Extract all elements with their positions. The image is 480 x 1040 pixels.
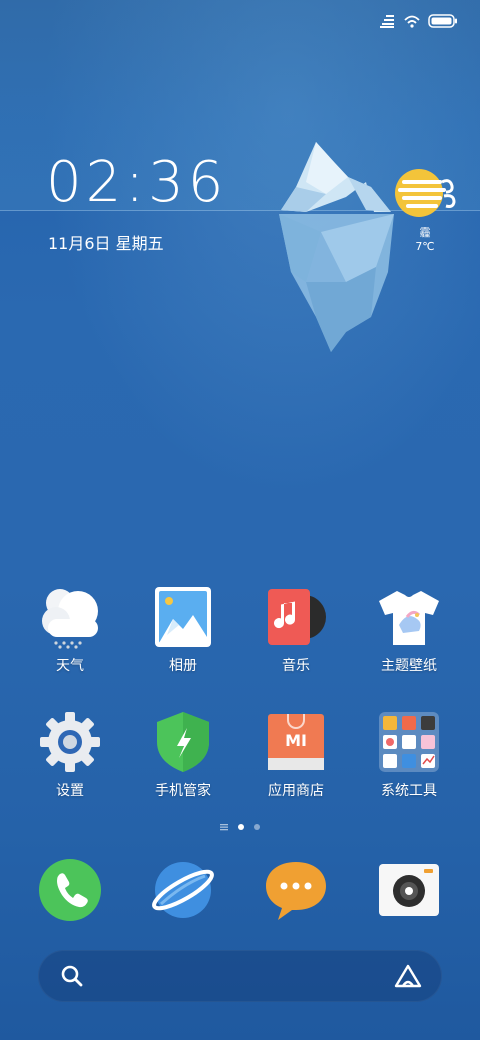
page-dot[interactable] xyxy=(254,824,260,830)
assistant-icon[interactable] xyxy=(394,964,422,988)
app-gallery[interactable]: 相册 xyxy=(128,585,238,675)
haze-weather-icon xyxy=(395,169,456,217)
weather-widget[interactable]: 霾 7℃ xyxy=(392,168,458,253)
app-store-icon: MI xyxy=(268,714,324,770)
battery-icon xyxy=(428,14,457,28)
app-store[interactable]: MI 应用商店 xyxy=(241,710,351,800)
search-bar[interactable] xyxy=(38,950,442,1002)
phone-icon xyxy=(39,859,101,921)
svg-text:MI: MI xyxy=(285,731,307,750)
app-label: 天气 xyxy=(56,658,84,674)
dock-browser[interactable] xyxy=(128,858,238,922)
app-label: 音乐 xyxy=(282,658,310,674)
page-indicator[interactable] xyxy=(0,823,480,831)
weather-temperature: 7℃ xyxy=(415,240,435,253)
app-themes[interactable]: 主题壁纸 xyxy=(354,585,464,675)
app-weather[interactable]: 天气 xyxy=(15,585,125,675)
app-label: 主题壁纸 xyxy=(381,658,437,674)
app-label: 设置 xyxy=(56,783,84,799)
music-icon xyxy=(268,589,326,645)
messages-icon xyxy=(266,862,326,920)
weather-condition: 霾 xyxy=(419,226,431,239)
clock-date[interactable]: 11月6日 星期五 xyxy=(48,230,164,254)
app-label: 系统工具 xyxy=(381,783,437,799)
iceberg-illustration xyxy=(279,142,394,352)
app-label: 手机管家 xyxy=(155,783,211,799)
app-label: 相册 xyxy=(169,658,197,674)
page-dot-active[interactable] xyxy=(238,824,244,830)
dock-messages[interactable] xyxy=(241,858,351,922)
weather-cloud-icon xyxy=(42,589,98,649)
signal-icon xyxy=(380,15,394,28)
app-settings[interactable]: 设置 xyxy=(15,710,125,800)
dock-camera[interactable] xyxy=(354,858,464,922)
settings-gear-icon xyxy=(40,712,100,772)
gallery-icon xyxy=(155,587,211,647)
camera-icon xyxy=(379,864,439,916)
list-pages-icon xyxy=(220,824,228,831)
search-icon[interactable] xyxy=(60,964,84,988)
tools-folder-icon xyxy=(379,712,439,772)
app-tools-folder[interactable]: 系统工具 xyxy=(354,710,464,800)
security-shield-icon xyxy=(157,712,209,772)
app-music[interactable]: 音乐 xyxy=(241,585,351,675)
clock-time[interactable]: 02:36 xyxy=(46,150,227,215)
wifi-icon xyxy=(404,15,420,28)
dock-phone[interactable] xyxy=(15,858,125,922)
browser-planet-icon xyxy=(152,862,214,918)
themes-icon xyxy=(379,591,439,645)
app-security[interactable]: 手机管家 xyxy=(128,710,238,800)
app-label: 应用商店 xyxy=(268,783,324,799)
status-bar xyxy=(380,10,458,32)
